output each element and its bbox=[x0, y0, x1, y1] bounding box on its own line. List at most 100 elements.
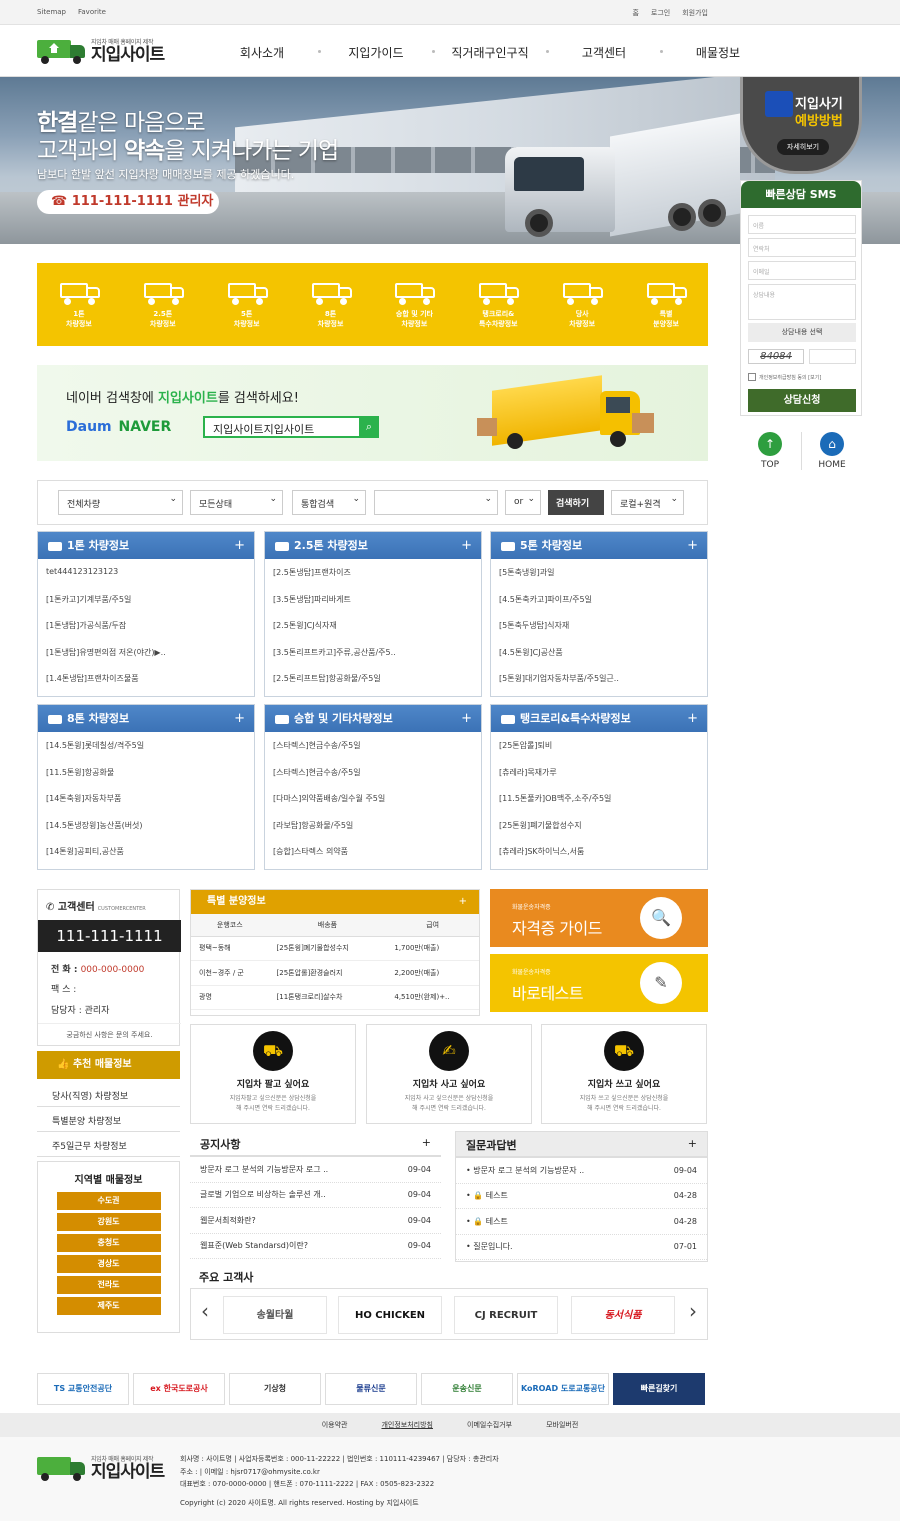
list-item[interactable]: [14톤축윙]자동차부품 bbox=[46, 793, 246, 820]
list-item[interactable]: [14.5톤냉장윙]농산품(버섯) bbox=[46, 820, 246, 847]
list-item[interactable]: [5톤축냉윙]과일 bbox=[499, 567, 699, 594]
region-button[interactable]: 전라도 bbox=[56, 1276, 161, 1294]
region-button[interactable]: 강원도 bbox=[56, 1213, 161, 1231]
sitemap-link[interactable]: Sitemap bbox=[37, 8, 66, 16]
list-item[interactable]: [25톤윙]폐기물합성수지 bbox=[499, 820, 699, 847]
more-button[interactable]: + bbox=[234, 705, 245, 732]
use-service-card[interactable]: ⛟ 지입차 쓰고 싶어요 지입차 쓰고 싶으신분은 상담신청을 해 주시면 연락 드리… bbox=[541, 1024, 707, 1124]
nav-customer-center[interactable]: 고객센터 bbox=[547, 44, 663, 61]
list-item[interactable]: [츄레라]SK하이닉스,서툼 bbox=[499, 846, 699, 873]
site-logo[interactable]: 지입차 매매 홈페이지 제작 지입사이트 bbox=[37, 36, 165, 64]
list-item[interactable]: [4.5톤윙]CJ공산품 bbox=[499, 647, 699, 674]
list-item[interactable]: [14톤윙]공피티,공산품 bbox=[46, 846, 246, 873]
email-field[interactable]: 이메일 bbox=[748, 261, 856, 280]
home-link[interactable]: 홈 bbox=[632, 9, 638, 17]
category-7[interactable]: 특별 분양정보 bbox=[624, 263, 708, 346]
captcha-input[interactable] bbox=[809, 349, 856, 364]
client-logo[interactable]: 동서식품 bbox=[571, 1296, 675, 1334]
content-field[interactable]: 상담내용 bbox=[748, 284, 856, 320]
list-item[interactable]: [승합]스타렉스 의약품 bbox=[273, 846, 473, 873]
table-row[interactable]: 광명 [11톤탱크로리]살수차 4,510만(완제)+.. bbox=[191, 985, 479, 1010]
list-item[interactable]: [1톤냉탑]유명편의점 저온(야간)▶.. bbox=[46, 647, 246, 674]
partner-logo[interactable]: KoROAD 도로교통공단 bbox=[517, 1373, 609, 1405]
partner-logo[interactable]: 물류신문 bbox=[325, 1373, 417, 1405]
more-button[interactable]: + bbox=[459, 890, 467, 914]
client-logo[interactable]: CJ RECRUIT bbox=[454, 1296, 558, 1334]
checkbox-icon[interactable] bbox=[748, 373, 756, 381]
list-item[interactable]: [3.5톤리프트카고]주류,공산품/주5.. bbox=[273, 647, 473, 674]
category-3[interactable]: 8톤 차량정보 bbox=[289, 263, 373, 346]
vehicle-type-select[interactable]: 전체차량 bbox=[58, 490, 183, 515]
nav-company[interactable]: 회사소개 bbox=[205, 44, 321, 61]
list-item[interactable]: [4.5톤축카고]파이프/주5일 bbox=[499, 594, 699, 621]
list-item[interactable]: [츄레라]목재가루 bbox=[499, 767, 699, 794]
more-button[interactable]: + bbox=[687, 705, 698, 732]
list-item[interactable]: [1.4톤냉탑]프랜차이즈물품 bbox=[46, 673, 246, 700]
list-item[interactable]: [5톤축두냉탑]식자재 bbox=[499, 620, 699, 647]
chevron-left-icon[interactable]: ‹ bbox=[201, 1299, 209, 1323]
list-item[interactable]: [11.5톤풀카]OB맥주,소주/주5일 bbox=[499, 793, 699, 820]
source-select[interactable]: 로컬+원격 bbox=[611, 490, 684, 515]
partner-logo[interactable]: TS 교통안전공단 bbox=[37, 1373, 129, 1405]
nav-listings[interactable]: 매물정보 bbox=[661, 44, 775, 61]
list-item[interactable]: [다마스]의약품배송/일수월 주5일 bbox=[273, 793, 473, 820]
fast-route-button[interactable]: 빠른길찾기 bbox=[613, 1373, 705, 1405]
list-item[interactable]: • 🔒 테스트 04-28 bbox=[456, 1184, 707, 1209]
table-row[interactable]: 평택~동해 [25톤윙]폐기물합성수지 1,700만(매출) bbox=[191, 936, 479, 961]
more-button[interactable]: + bbox=[688, 1137, 697, 1150]
rec-link-5day[interactable]: 주5일근무 차량정보 bbox=[37, 1132, 180, 1157]
favorite-link[interactable]: Favorite bbox=[78, 8, 106, 16]
list-item[interactable]: [2.5톤냉탑]프랜차이즈 bbox=[273, 567, 473, 594]
table-row[interactable]: 이천~경주 / 군 [25톤압롤]환경슬러지 2,200만(매출) bbox=[191, 960, 479, 986]
search-button[interactable]: 검색하기 bbox=[548, 490, 604, 515]
list-item[interactable]: [5톤윙]대기업자동차부품/주5일근.. bbox=[499, 673, 699, 700]
list-item[interactable]: [1톤냉탑]가공식품/두잠 bbox=[46, 620, 246, 647]
partner-logo[interactable]: 기상청 bbox=[229, 1373, 321, 1405]
category-1[interactable]: 2.5톤 차량정보 bbox=[121, 263, 205, 346]
list-item[interactable]: [스타렉스]현금수송/주5일 bbox=[273, 740, 473, 767]
list-item[interactable]: • 🔒 테스트 04-28 bbox=[456, 1209, 707, 1235]
client-logo[interactable]: HO CHICKEN bbox=[338, 1296, 442, 1334]
fraud-prevention-badge[interactable]: 지입사기 예방방법 자세히보기 bbox=[740, 77, 862, 174]
list-item[interactable]: [2.5톤리프트탑]항공화물/주5일 bbox=[273, 673, 473, 700]
region-button[interactable]: 충청도 bbox=[56, 1234, 161, 1252]
list-item[interactable]: tet444123123123 bbox=[46, 567, 246, 594]
list-item[interactable]: 방문자 로그 분석의 기능방문자 로그 .. 09-04 bbox=[190, 1157, 441, 1183]
email-refuse-link[interactable]: 이메일수집거부 bbox=[467, 1421, 512, 1429]
nav-jobs[interactable]: 직거래구인구직 bbox=[433, 44, 549, 61]
mobile-link[interactable]: 모바일버전 bbox=[546, 1421, 578, 1429]
category-6[interactable]: 당사 차량정보 bbox=[540, 263, 624, 346]
list-item[interactable]: [11.5톤윙]항공화물 bbox=[46, 767, 246, 794]
category-2[interactable]: 5톤 차량정보 bbox=[205, 263, 289, 346]
quick-test-banner[interactable]: 화물운송자격증 바로테스트 ✎ bbox=[490, 954, 708, 1012]
rec-link-special[interactable]: 특별분양 차량정보 bbox=[37, 1107, 180, 1132]
top-button[interactable]: ↑ TOP bbox=[755, 432, 785, 470]
region-button[interactable]: 제주도 bbox=[56, 1297, 161, 1315]
details-button[interactable]: 자세히보기 bbox=[777, 139, 829, 155]
license-guide-banner[interactable]: 화물운송자격증 자격증 가이드 🔍 bbox=[490, 889, 708, 947]
partner-logo[interactable]: ex 한국도로공사 bbox=[133, 1373, 225, 1405]
name-field[interactable]: 이름 bbox=[748, 215, 856, 234]
more-button[interactable]: + bbox=[461, 532, 472, 559]
terms-link[interactable]: 이용약관 bbox=[322, 1421, 348, 1429]
signup-link[interactable]: 회원가입 bbox=[682, 9, 708, 17]
phone-field[interactable]: 연락처 bbox=[748, 238, 856, 257]
status-select[interactable]: 모든상태 bbox=[190, 490, 283, 515]
keyword-input[interactable] bbox=[374, 490, 498, 515]
operator-select[interactable]: or bbox=[505, 490, 541, 515]
list-item[interactable]: [라보탑]항공화물/주5일 bbox=[273, 820, 473, 847]
list-item[interactable]: 웹표준(Web Standarsd)이란? 09-04 bbox=[190, 1234, 441, 1259]
privacy-agree[interactable]: 개인정보취급방침 동의 [보기] bbox=[748, 373, 821, 381]
region-button[interactable]: 경상도 bbox=[56, 1255, 161, 1273]
list-item[interactable]: [스타렉스]현금수송/주5일 bbox=[273, 767, 473, 794]
sell-service-card[interactable]: ⛟ 지입차 팔고 싶어요 지입차팔고 싶으신분은 상담신청을 해 주시면 연락 드리겠… bbox=[190, 1024, 356, 1124]
category-0[interactable]: 1톤 차량정보 bbox=[37, 263, 121, 346]
category-4[interactable]: 승합 및 기타 차량정보 bbox=[373, 263, 457, 346]
privacy-link[interactable]: 개인정보처리방침 bbox=[381, 1421, 433, 1429]
region-button[interactable]: 수도권 bbox=[56, 1192, 161, 1210]
search-scope-select[interactable]: 통합검색 bbox=[292, 490, 366, 515]
list-item[interactable]: [3.5톤냉탑]파리바게트 bbox=[273, 594, 473, 621]
list-item[interactable]: [14.5톤윙]롯데칠성/격주5일 bbox=[46, 740, 246, 767]
list-item[interactable]: [2.5톤윙]CJ식자재 bbox=[273, 620, 473, 647]
more-button[interactable]: + bbox=[422, 1136, 431, 1149]
